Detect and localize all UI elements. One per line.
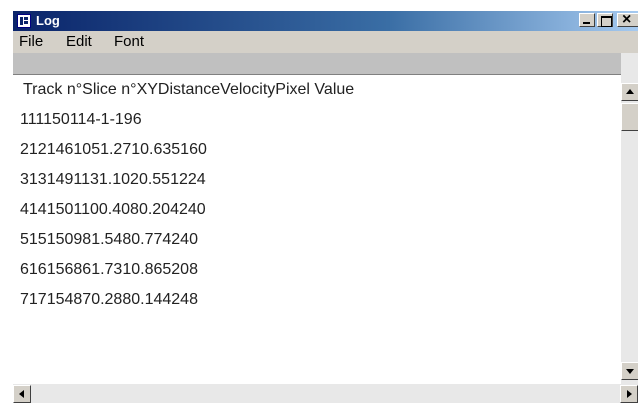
log-window: Log File Edit Font Track n°Slice n°XYDis… <box>12 10 638 403</box>
log-row: 515150981.5480.774240 <box>20 231 198 248</box>
header-bar <box>13 53 621 75</box>
log-text-area[interactable]: Track n°Slice n°XYDistanceVelocityPixel … <box>13 75 621 384</box>
log-row: 111150114-1-196 <box>20 111 142 128</box>
log-row: 616156861.7310.865208 <box>20 261 198 278</box>
arrow-left-icon <box>19 390 24 398</box>
arrow-right-icon <box>627 390 632 398</box>
scroll-down-button[interactable] <box>621 362 638 380</box>
menu-font[interactable]: Font <box>114 33 144 51</box>
vertical-scroll-thumb[interactable] <box>621 103 638 131</box>
arrow-up-icon <box>626 89 634 94</box>
scroll-up-button[interactable] <box>621 83 638 101</box>
log-row: 3131491131.1020.551224 <box>20 171 206 188</box>
menu-edit[interactable]: Edit <box>66 33 92 51</box>
horizontal-scrollbar[interactable] <box>13 384 638 403</box>
arrow-down-icon <box>626 369 634 374</box>
log-row: 4141501100.4080.204240 <box>20 201 206 218</box>
imagej-icon[interactable] <box>17 14 31 28</box>
menu-bar: File Edit Font <box>13 31 638 53</box>
window-title: Log <box>36 13 60 28</box>
maximize-button[interactable] <box>597 13 613 27</box>
log-header-row: Track n°Slice n°XYDistanceVelocityPixel … <box>23 81 355 98</box>
close-button[interactable] <box>617 11 638 29</box>
log-row: 2121461051.2710.635160 <box>20 141 207 158</box>
minimize-button[interactable] <box>579 13 595 27</box>
vertical-scrollbar[interactable] <box>621 53 638 384</box>
scroll-right-button[interactable] <box>620 385 638 403</box>
menu-file[interactable]: File <box>19 33 43 51</box>
scroll-left-button[interactable] <box>13 385 31 403</box>
log-row: 717154870.2880.144248 <box>20 291 198 308</box>
title-bar[interactable]: Log <box>13 11 638 31</box>
